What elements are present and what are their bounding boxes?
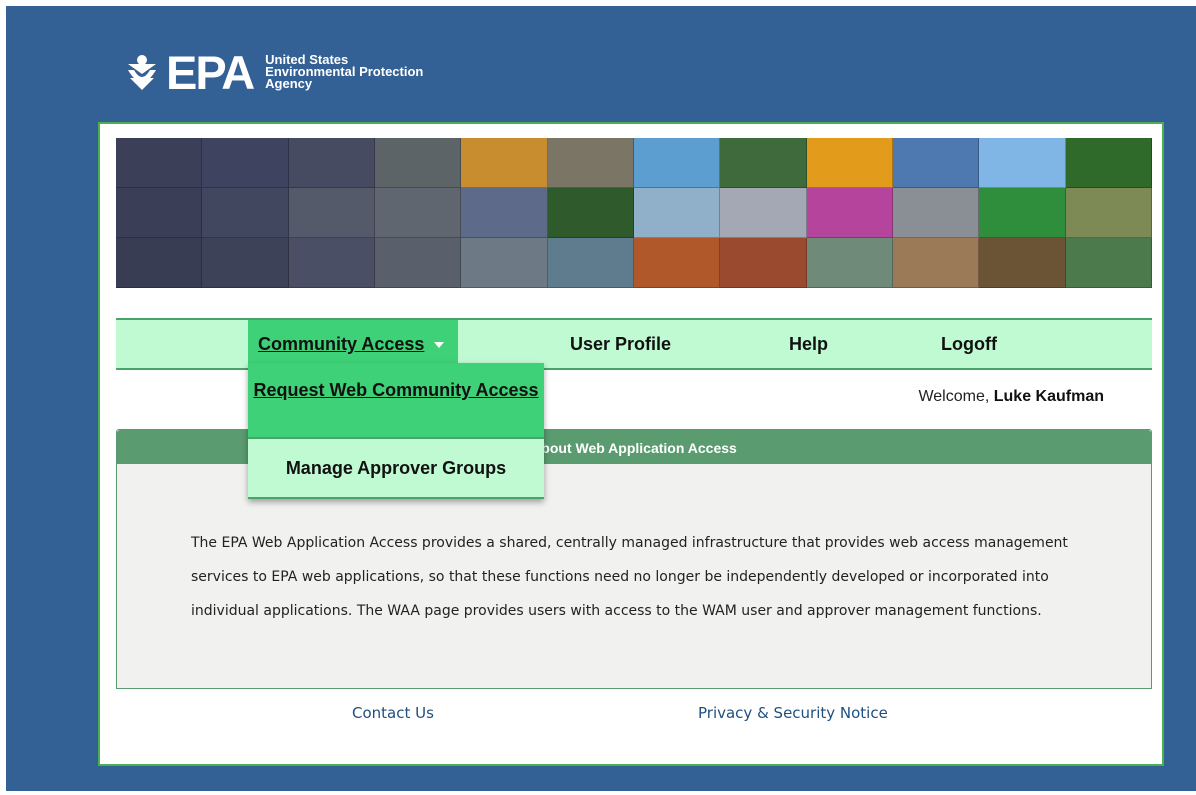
nav-community-access-label: Community Access xyxy=(258,334,425,354)
epa-flower-icon xyxy=(126,52,158,92)
banner-image xyxy=(116,138,1152,288)
menu-item-manage-approvers[interactable]: Manage Approver Groups xyxy=(248,439,544,499)
nav-help[interactable]: Help xyxy=(789,320,828,368)
nav-community-access[interactable]: Community Access xyxy=(248,320,459,368)
privacy-notice-link[interactable]: Privacy & Security Notice xyxy=(698,704,888,722)
community-access-menu: Request Web Community Access Manage Appr… xyxy=(248,363,544,499)
nav-user-profile[interactable]: User Profile xyxy=(570,320,671,368)
agency-name: United States Environmental Protection A… xyxy=(265,53,465,91)
epa-wordmark: EPA xyxy=(166,45,255,99)
nav-logoff[interactable]: Logoff xyxy=(941,320,997,368)
menu-item-request-access[interactable]: Request Web Community Access xyxy=(248,363,544,439)
agency-line-3: Agency xyxy=(265,76,313,91)
epa-logo[interactable]: EPA United States Environmental Protecti… xyxy=(126,46,465,98)
welcome-user-name: Luke Kaufman xyxy=(993,388,1104,405)
welcome-prefix: Welcome, xyxy=(918,388,990,405)
contact-us-link[interactable]: Contact Us xyxy=(352,704,434,722)
caret-down-icon xyxy=(434,342,445,349)
welcome-message: Welcome, Luke Kaufman xyxy=(918,388,1104,406)
